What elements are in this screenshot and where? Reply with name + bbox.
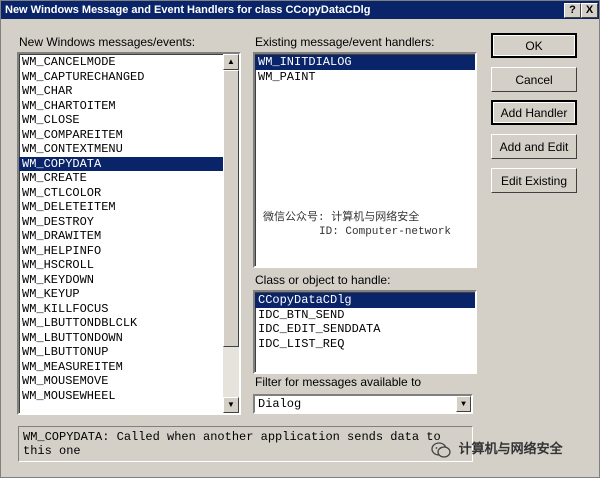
message-description: WM_COPYDATA: Called when another applica… [18,426,473,462]
list-item[interactable]: WM_MOUSEMOVE [19,374,223,389]
list-item[interactable]: WM_CAPTURECHANGED [19,70,223,85]
ok-button[interactable]: OK [491,33,577,58]
list-item[interactable]: WM_MEASUREITEM [19,360,223,375]
window-title: New Windows Message and Event Handlers f… [5,4,371,16]
cancel-button[interactable]: Cancel [491,67,577,92]
list-item[interactable]: WM_DESTROY [19,215,223,230]
list-item[interactable]: IDC_LIST_REQ [255,337,475,352]
list-item[interactable]: WM_CHAR [19,84,223,99]
filter-value: Dialog [258,397,302,411]
wechat-icon [431,441,451,458]
add-and-edit-button[interactable]: Add and Edit [491,134,577,159]
scroll-up-button[interactable]: ▲ [223,54,239,70]
watermark-line-1: 微信公众号: 计算机与网络安全 [263,212,420,224]
messages-scrollbar[interactable]: ▲ ▼ [223,54,239,413]
scroll-down-button[interactable]: ▼ [223,397,239,413]
chevron-down-icon[interactable]: ▼ [456,396,471,412]
list-item[interactable]: WM_MOUSEWHEEL [19,389,223,404]
list-item[interactable]: WM_CREATE [19,171,223,186]
list-item[interactable]: IDC_BTN_SEND [255,308,475,323]
list-item[interactable]: WM_COMPAREITEM [19,128,223,143]
list-item[interactable]: WM_CHARTOITEM [19,99,223,114]
edit-existing-button[interactable]: Edit Existing [491,168,577,193]
add-handler-button[interactable]: Add Handler [491,100,577,125]
list-item[interactable]: WM_DRAWITEM [19,229,223,244]
list-item[interactable]: IDC_EDIT_SENDDATA [255,322,475,337]
class-list-label: Class or object to handle: [255,273,391,287]
list-item[interactable]: CCopyDataCDlg [255,293,475,308]
list-item[interactable]: WM_CANCELMODE [19,55,223,70]
messages-list-label: New Windows messages/events: [19,35,196,49]
list-item[interactable]: WM_HELPINFO [19,244,223,259]
list-item[interactable]: WM_CTLCOLOR [19,186,223,201]
close-button[interactable]: X [581,3,598,18]
list-item[interactable]: WM_LBUTTONDOWN [19,331,223,346]
filter-label: Filter for messages available to [255,375,422,389]
watermark-line-2: ID: Computer-network [319,226,452,238]
class-items: CCopyDataCDlg IDC_BTN_SEND IDC_EDIT_SENDDA… [255,293,475,351]
class-listbox[interactable]: CCopyDataCDlg IDC_BTN_SEND IDC_EDIT_SENDDA… [253,290,477,374]
messages-listbox[interactable]: WM_CANCELMODE WM_CAPTURECHANGED WM_CHAR WM_… [17,52,241,415]
list-item[interactable]: WM_LBUTTONDBLCLK [19,316,223,331]
filter-combobox[interactable]: Dialog ▼ [253,394,473,414]
list-item[interactable]: WM_INITDIALOG [255,55,475,70]
messages-items: WM_CANCELMODE WM_CAPTURECHANGED WM_CHAR WM_… [19,55,223,403]
list-item[interactable]: WM_CONTEXTMENU [19,142,223,157]
list-item[interactable]: WM_PAINT [255,70,475,85]
list-item[interactable]: WM_LBUTTONUP [19,345,223,360]
existing-handlers-items: WM_INITDIALOG WM_PAINT [255,55,475,84]
list-item[interactable]: WM_COPYDATA [19,156,223,171]
list-item[interactable]: WM_KEYUP [19,287,223,302]
branding-text: 计算机与网络安全 [458,441,563,456]
scroll-thumb[interactable] [223,70,239,347]
title-bar[interactable]: New Windows Message and Event Handlers f… [1,1,599,19]
list-item[interactable]: WM_DELETEITEM [19,200,223,215]
list-item[interactable]: WM_KEYDOWN [19,273,223,288]
list-item[interactable]: WM_CLOSE [19,113,223,128]
list-item[interactable]: WM_HSCROLL [19,258,223,273]
existing-handlers-listbox[interactable]: WM_INITDIALOG WM_PAINT 微信公众号: 计算机与网络安全 ID… [253,52,477,268]
list-item[interactable]: WM_KILLFOCUS [19,302,223,317]
wechat-branding: 计算机与网络安全 [431,438,591,468]
help-button[interactable]: ? [564,3,581,18]
existing-handlers-label: Existing message/event handlers: [255,35,435,49]
dialog-window: New Windows Message and Event Handlers f… [0,0,600,478]
